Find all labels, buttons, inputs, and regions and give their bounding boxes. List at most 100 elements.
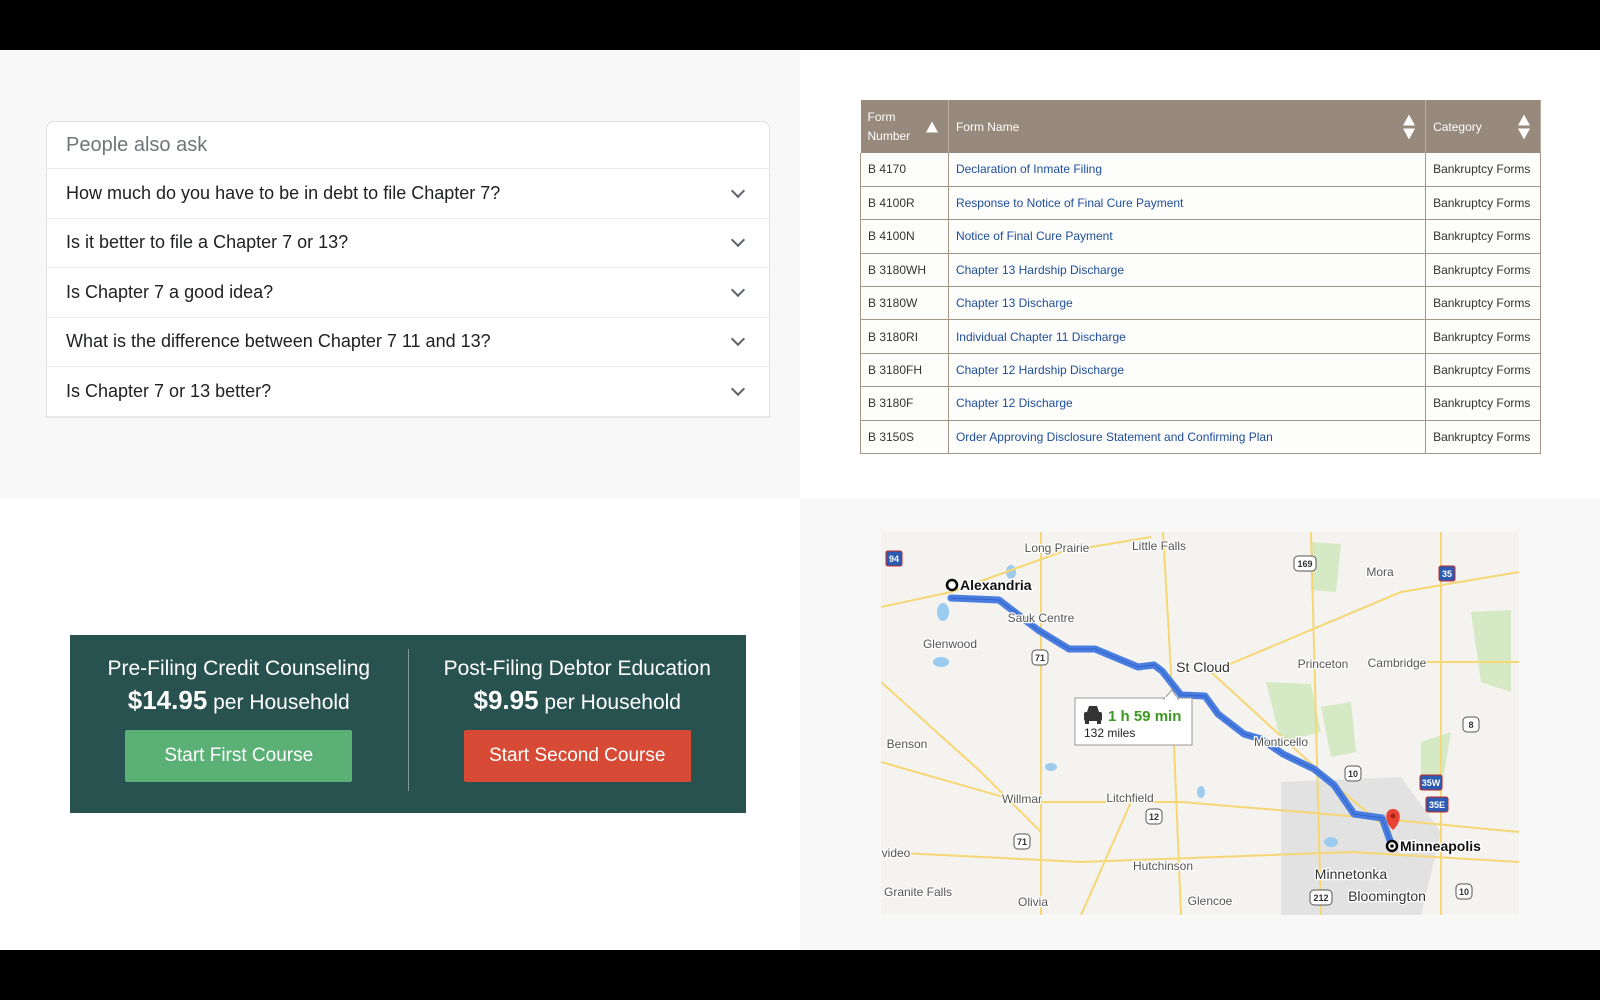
form-name-link[interactable]: Response to Notice of Final Cure Payment bbox=[956, 196, 1183, 210]
destination-label: Minneapolis bbox=[1400, 838, 1481, 854]
svg-text:8: 8 bbox=[1468, 720, 1473, 730]
route-duration: 1 h 59 min bbox=[1108, 708, 1181, 725]
question-text: Is Chapter 7 or 13 better? bbox=[66, 380, 272, 401]
form-category: Bankruptcy Forms bbox=[1425, 319, 1541, 354]
paa-question[interactable]: How much do you have to be in debt to fi… bbox=[47, 169, 769, 219]
place-label: Princeton bbox=[1298, 657, 1349, 671]
us-highway-shield-icon: 212 bbox=[1309, 889, 1333, 906]
course-pricing-box: Pre-Filing Credit Counseling $14.95 per … bbox=[70, 635, 746, 813]
chevron-down-icon[interactable] bbox=[730, 183, 746, 198]
sort-asc-icon[interactable] bbox=[925, 121, 938, 132]
form-category: Bankruptcy Forms bbox=[1425, 386, 1541, 421]
table-row: B 3150S Order Approving Disclosure Statem… bbox=[860, 420, 1541, 455]
form-number: B 4100N bbox=[860, 219, 949, 254]
start-second-course-button[interactable]: Start Second Course bbox=[463, 730, 691, 782]
form-category: Bankruptcy Forms bbox=[1425, 420, 1541, 455]
form-name-link[interactable]: Chapter 13 Discharge bbox=[956, 296, 1073, 310]
forms-table: Form Number Form Name Category B 4170 Dec… bbox=[860, 100, 1541, 455]
table-row: B 4170 Declaration of Inmate Filing Bankru… bbox=[860, 153, 1541, 187]
place-label: Granite Falls bbox=[884, 885, 952, 899]
form-name-link[interactable]: Chapter 13 Hardship Discharge bbox=[956, 263, 1124, 277]
header-form-name[interactable]: Form Name bbox=[948, 100, 1427, 153]
paa-question[interactable]: Is Chapter 7 a good idea? bbox=[47, 268, 769, 318]
start-first-course-button[interactable]: Start First Course bbox=[125, 730, 353, 782]
route-distance: 132 miles bbox=[1084, 726, 1135, 740]
paa-title: People also ask bbox=[47, 122, 769, 169]
place-label: Benson bbox=[887, 737, 928, 751]
header-form-number[interactable]: Form Number bbox=[860, 100, 949, 153]
question-text: What is the difference between Chapter 7… bbox=[66, 331, 491, 352]
form-category: Bankruptcy Forms bbox=[1425, 286, 1541, 321]
svg-text:35W: 35W bbox=[1422, 778, 1441, 788]
svg-text:12: 12 bbox=[1149, 812, 1159, 822]
course-title: Pre-Filing Credit Counseling bbox=[107, 657, 371, 680]
header-category[interactable]: Category bbox=[1425, 100, 1541, 153]
form-name-link[interactable]: Order Approving Disclosure Statement and… bbox=[956, 430, 1273, 444]
interstate-shield-icon: 94 bbox=[885, 550, 903, 567]
place-label: Willmar bbox=[1002, 792, 1042, 806]
svg-text:71: 71 bbox=[1017, 837, 1027, 847]
paa-question[interactable]: Is Chapter 7 or 13 better? bbox=[47, 367, 769, 417]
us-highway-shield-icon: 71 bbox=[1031, 649, 1049, 666]
place-label: Hutchinson bbox=[1133, 859, 1193, 873]
place-label: Sauk Centre bbox=[1008, 611, 1075, 625]
origin-marker[interactable] bbox=[945, 578, 959, 592]
form-name-link[interactable]: Notice of Final Cure Payment bbox=[956, 229, 1113, 243]
route-map[interactable]: 94 169 35 71 71 12 10 8 35W 35E 212 10 Long Prairie… bbox=[881, 532, 1519, 915]
chevron-down-icon[interactable] bbox=[730, 282, 746, 297]
svg-text:94: 94 bbox=[889, 554, 899, 564]
table-row: B 3180W Chapter 13 Discharge Bankruptcy Fo… bbox=[860, 286, 1541, 321]
chevron-down-icon[interactable] bbox=[730, 381, 746, 396]
form-name-link[interactable]: Individual Chapter 11 Discharge bbox=[956, 330, 1126, 344]
form-number: B 3180RI bbox=[860, 319, 949, 354]
table-row: B 4100N Notice of Final Cure Payment Bankr… bbox=[860, 219, 1541, 254]
form-category: Bankruptcy Forms bbox=[1425, 219, 1541, 254]
origin-label: Alexandria bbox=[960, 577, 1032, 593]
sort-icon[interactable] bbox=[1403, 114, 1416, 139]
form-name-link[interactable]: Declaration of Inmate Filing bbox=[956, 162, 1102, 176]
map-panel: 94 169 35 71 71 12 10 8 35W 35E 212 10 Long Prairie… bbox=[800, 498, 1600, 950]
question-text: Is it better to file a Chapter 7 or 13? bbox=[66, 232, 349, 253]
svg-text:10: 10 bbox=[1459, 887, 1469, 897]
place-label: Glenwood bbox=[923, 637, 977, 651]
interstate-shield-icon: 35 bbox=[1438, 565, 1456, 582]
place-label: Glencoe bbox=[1188, 894, 1233, 908]
course-second: Post-Filing Debtor Education $9.95 per H… bbox=[409, 635, 747, 813]
table-row: B 3180FH Chapter 12 Hardship Discharge Ban… bbox=[860, 353, 1541, 388]
form-number: B 3180W bbox=[860, 286, 949, 321]
place-label: Mora bbox=[1366, 565, 1394, 579]
svg-text:10: 10 bbox=[1348, 769, 1358, 779]
form-category: Bankruptcy Forms bbox=[1425, 253, 1541, 288]
form-number: B 3180WH bbox=[860, 253, 949, 288]
svg-text:212: 212 bbox=[1313, 893, 1328, 903]
route-info-box[interactable]: 1 h 59 min 132 miles bbox=[1074, 689, 1193, 746]
course-price: $14.95 per Household bbox=[127, 685, 350, 715]
paa-question[interactable]: What is the difference between Chapter 7… bbox=[47, 318, 769, 367]
svg-text:35E: 35E bbox=[1429, 800, 1445, 810]
svg-text:71: 71 bbox=[1035, 653, 1045, 663]
form-name-link[interactable]: Chapter 12 Hardship Discharge bbox=[956, 363, 1124, 377]
place-label: Minnetonka bbox=[1315, 866, 1388, 882]
form-number: B 3180F bbox=[860, 386, 949, 421]
sort-icon[interactable] bbox=[1518, 114, 1530, 139]
table-row: B 4100R Response to Notice of Final Cure … bbox=[860, 186, 1541, 221]
us-highway-shield-icon: 10 bbox=[1344, 765, 1362, 782]
paa-question[interactable]: Is it better to file a Chapter 7 or 13? bbox=[47, 219, 769, 268]
forms-table-panel: Form Number Form Name Category B 4170 Dec… bbox=[800, 50, 1600, 498]
interstate-shield-icon: 35W bbox=[1419, 774, 1443, 791]
table-row: B 3180RI Individual Chapter 11 Discharge B… bbox=[860, 319, 1541, 354]
form-category: Bankruptcy Forms bbox=[1425, 153, 1541, 187]
place-label: Litchfield bbox=[1106, 791, 1153, 805]
place-label: St Cloud bbox=[1176, 659, 1230, 675]
form-name-link[interactable]: Chapter 12 Discharge bbox=[956, 396, 1073, 410]
courses-panel: Pre-Filing Credit Counseling $14.95 per … bbox=[0, 498, 800, 950]
course-price: $9.95 per Household bbox=[473, 685, 681, 715]
us-highway-shield-icon: 169 bbox=[1293, 555, 1317, 572]
people-also-ask: People also ask How much do you have to … bbox=[46, 121, 770, 418]
chevron-down-icon[interactable] bbox=[730, 233, 746, 248]
chevron-down-icon[interactable] bbox=[730, 332, 746, 347]
svg-text:169: 169 bbox=[1297, 559, 1312, 569]
place-label: Monticello bbox=[1254, 735, 1308, 749]
svg-text:35: 35 bbox=[1442, 569, 1452, 579]
form-category: Bankruptcy Forms bbox=[1425, 353, 1541, 388]
